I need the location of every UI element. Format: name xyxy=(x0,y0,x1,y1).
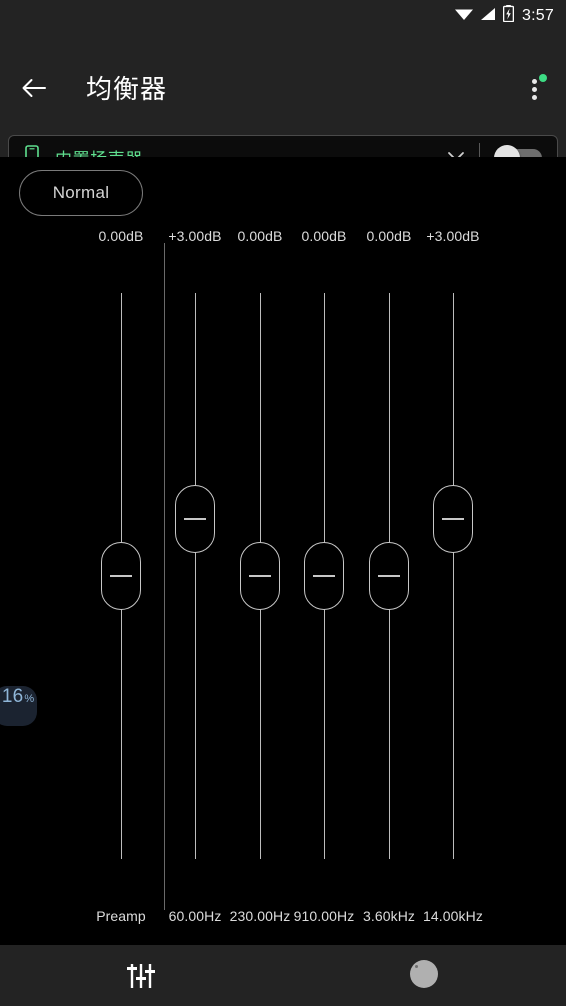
band-60hz-track[interactable] xyxy=(194,293,196,859)
band-230hz[interactable] xyxy=(230,157,290,945)
signal-icon xyxy=(480,7,496,26)
battery-charging-icon xyxy=(502,5,515,27)
band-230hz-thumb[interactable] xyxy=(240,542,280,610)
band-14000hz-track[interactable] xyxy=(452,293,454,859)
overflow-menu-icon xyxy=(532,79,537,84)
preamp-slider-thumb[interactable] xyxy=(101,542,141,610)
equalizer-icon[interactable] xyxy=(124,959,158,993)
equalizer-screen: 3:57 均衡器 内置扬声器 xyxy=(0,0,566,1006)
home-circle-icon[interactable] xyxy=(410,960,438,988)
overflow-menu-button[interactable] xyxy=(515,70,553,108)
band-60hz[interactable] xyxy=(165,157,225,945)
app-bar: 均衡器 内置扬声器 xyxy=(0,32,566,179)
overflow-menu-icon-dot2 xyxy=(532,87,537,92)
band-3600hz[interactable] xyxy=(359,157,419,945)
band-3600hz-thumb[interactable] xyxy=(369,542,409,610)
band-14000hz-thumb[interactable] xyxy=(433,485,473,553)
overflow-menu-icon-dot3 xyxy=(532,95,537,100)
back-button[interactable] xyxy=(16,70,52,106)
band-14000hz[interactable] xyxy=(423,157,483,945)
band-910hz[interactable] xyxy=(294,157,354,945)
band-910hz-thumb[interactable] xyxy=(304,542,344,610)
notification-badge-dot xyxy=(539,74,547,82)
page-title: 均衡器 xyxy=(86,74,168,104)
equalizer-content: Normal 0.00dB Preamp +3.00dB 60.00Hz 0.00dB 2… xyxy=(0,157,566,945)
band-60hz-thumb[interactable] xyxy=(175,485,215,553)
arrow-back-icon xyxy=(22,79,46,97)
status-bar-clock: 3:57 xyxy=(522,7,554,24)
preamp-slider[interactable] xyxy=(91,157,151,945)
status-icon-group xyxy=(455,5,515,27)
status-bar: 3:57 xyxy=(0,0,566,32)
equalizer-sliders-area: 0.00dB Preamp +3.00dB 60.00Hz 0.00dB 230.00Hz… xyxy=(0,157,566,945)
volume-badge: 16 % xyxy=(0,686,37,726)
wifi-icon xyxy=(455,7,474,26)
volume-unit: % xyxy=(24,693,35,705)
volume-value: 16 xyxy=(1,686,24,707)
system-nav-bar xyxy=(0,945,566,1006)
